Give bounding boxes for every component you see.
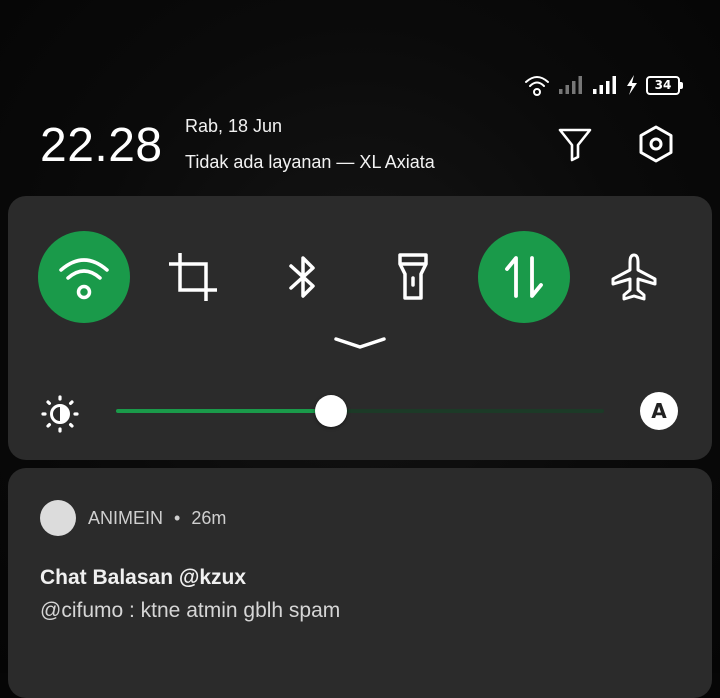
quick-settings-header: 22.28 Rab, 18 Jun Tidak ada layanan — XL… — [40, 112, 680, 182]
tile-mobile-data[interactable] — [478, 231, 570, 323]
notification-title: Chat Balasan @kzux — [40, 566, 247, 589]
wifi-icon — [59, 258, 109, 300]
battery-level: 34 — [654, 77, 672, 92]
signal-sim1-icon — [559, 76, 582, 94]
settings-button[interactable] — [634, 122, 678, 166]
app-icon — [40, 500, 76, 536]
brightness-slider[interactable] — [116, 395, 604, 427]
auto-brightness-label: A — [651, 399, 667, 423]
notification-filter-button[interactable] — [553, 122, 597, 166]
signal-sim2-icon — [593, 76, 616, 94]
brightness-slider-thumb[interactable] — [314, 395, 347, 427]
mobile-data-icon — [505, 256, 543, 298]
notification-meta: ANIMEIN • 26m — [88, 508, 226, 529]
status-bar: 34 — [524, 72, 683, 98]
auto-brightness-button[interactable]: A — [640, 392, 678, 430]
flashlight-icon — [398, 253, 428, 300]
carrier-status: Tidak ada layanan — XL Axiata — [185, 152, 435, 172]
bluetooth-icon — [289, 256, 315, 298]
notification-card[interactable]: ANIMEIN • 26m Chat Balasan @kzux @cifumo… — [8, 468, 712, 698]
charging-bolt-icon — [627, 75, 637, 95]
brightness-slider-fill — [116, 409, 331, 413]
filter-icon — [558, 128, 592, 162]
chevron-down-icon — [334, 337, 386, 349]
tile-airplane-mode[interactable] — [588, 231, 680, 323]
notification-time: 26m — [191, 508, 227, 528]
tile-wifi[interactable] — [38, 231, 130, 323]
settings-icon — [639, 125, 673, 163]
tile-bluetooth[interactable] — [257, 231, 349, 323]
tile-screenshot[interactable] — [147, 231, 239, 323]
wifi-icon — [525, 76, 549, 96]
airplane-icon — [611, 253, 657, 301]
brightness-icon — [41, 395, 79, 433]
battery-icon: 34 — [646, 75, 683, 95]
tile-flashlight[interactable] — [367, 231, 459, 323]
quick-settings-panel: A — [8, 196, 712, 460]
app-name: ANIMEIN — [88, 508, 164, 528]
meta-separator: • — [174, 508, 181, 528]
notification-body: @cifumo : ktne atmin gblh spam — [40, 599, 341, 622]
screenshot-crop-icon — [169, 253, 217, 301]
expand-panel-handle[interactable] — [334, 334, 386, 352]
clock[interactable]: 22.28 — [40, 118, 163, 173]
date[interactable]: Rab, 18 Jun — [185, 116, 282, 137]
